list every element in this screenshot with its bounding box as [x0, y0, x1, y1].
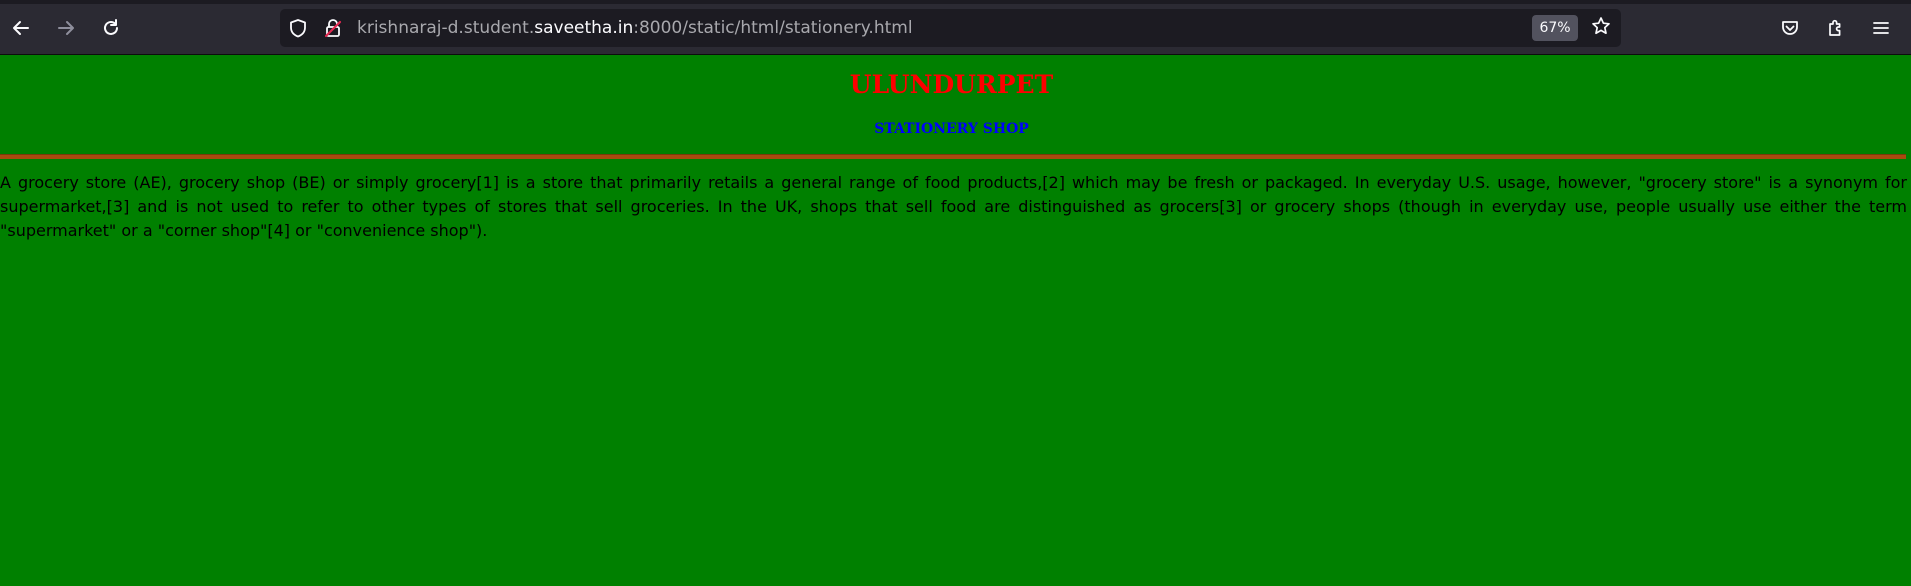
page-content: ULUNDURPET STATIONERY SHOP A grocery sto… — [0, 55, 1911, 586]
pocket-icon — [1780, 18, 1800, 38]
back-button[interactable] — [4, 11, 38, 45]
puzzle-icon — [1826, 18, 1846, 38]
forward-arrow-icon — [56, 18, 76, 38]
horizontal-rule — [0, 154, 1906, 159]
star-icon — [1591, 16, 1611, 40]
page-subtitle: STATIONERY SHOP — [874, 121, 1029, 137]
url-prefix: krishnaraj-d.student. — [357, 18, 535, 38]
pocket-button[interactable] — [1773, 11, 1807, 45]
body-paragraph: A grocery store (AE), grocery shop (BE) … — [0, 173, 1907, 240]
bookmark-button[interactable] — [1588, 15, 1614, 41]
hamburger-menu-icon — [1871, 18, 1891, 38]
address-bar[interactable]: krishnaraj-d.student.saveetha.in:8000/st… — [280, 9, 1621, 47]
url-text[interactable]: krishnaraj-d.student.saveetha.in:8000/st… — [357, 9, 913, 47]
zoom-level-button[interactable]: 67% — [1532, 15, 1578, 41]
forward-button[interactable] — [49, 11, 83, 45]
reload-icon — [101, 18, 121, 38]
url-path: :8000/static/html/stationery.html — [633, 18, 913, 38]
browser-toolbar: krishnaraj-d.student.saveetha.in:8000/st… — [0, 0, 1911, 55]
page-title: ULUNDURPET — [849, 70, 1054, 99]
url-host: saveetha.in — [534, 18, 634, 38]
back-arrow-icon — [11, 18, 31, 38]
extensions-button[interactable] — [1819, 11, 1853, 45]
insecure-lock-icon[interactable] — [323, 18, 343, 38]
tab-strip-edge — [0, 0, 1911, 4]
app-menu-button[interactable] — [1864, 11, 1898, 45]
reload-button[interactable] — [94, 11, 128, 45]
shield-icon[interactable] — [288, 18, 308, 38]
